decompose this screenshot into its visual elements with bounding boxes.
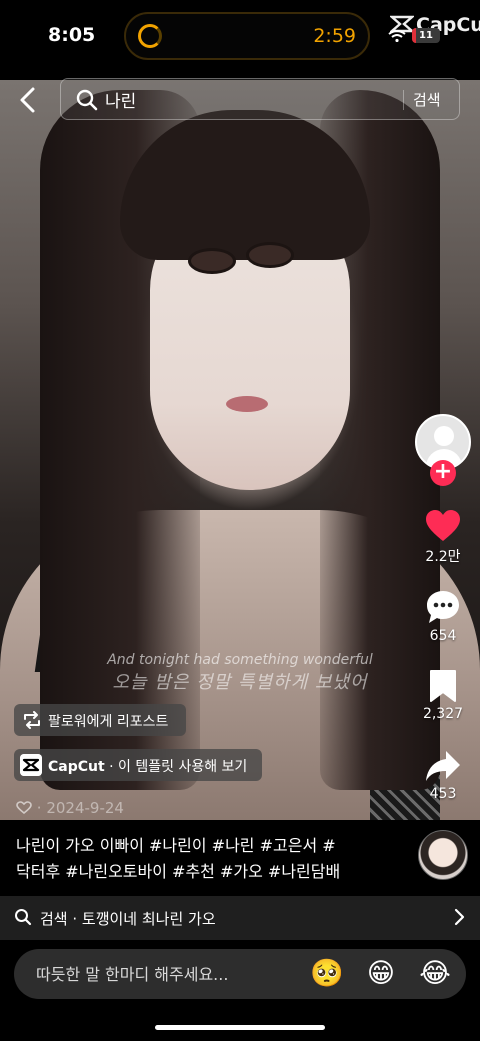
related-search-text: 검색 · 토깽이네 최나린 가오: [40, 910, 216, 928]
heart-outline-icon: [16, 801, 32, 815]
search-icon: [76, 89, 98, 111]
video-mouth: [226, 396, 268, 412]
description-line-1: 나린이 가오 이빠이 #나린이 #나린 #고은서 #: [16, 836, 336, 855]
like-action[interactable]: 2.2만: [412, 508, 474, 566]
video-eye-left: [188, 248, 236, 274]
like-count: 2.2만: [425, 549, 461, 565]
comment-bar[interactable]: 🥺 😁 😂: [14, 949, 466, 999]
repost-label: 팔로워에게 리포스트: [48, 714, 169, 730]
post-date: · 2024-9-24: [36, 799, 124, 817]
pleading-face-emoji-button[interactable]: 🥺: [310, 957, 344, 991]
battery-indicator: 11: [412, 28, 440, 43]
share-action[interactable]: 453: [412, 748, 474, 802]
video-eye-right: [246, 242, 294, 268]
comment-action[interactable]: 654: [412, 588, 474, 644]
share-arrow-icon[interactable]: [424, 748, 462, 784]
description-line-2: 닥터후 #나린오토바이 #추천 #가오 #나린담배: [16, 862, 341, 881]
tears-of-joy-emoji-button[interactable]: 😂: [418, 957, 452, 991]
heart-icon[interactable]: [424, 508, 462, 544]
back-arrow-icon[interactable]: [16, 86, 40, 114]
grinning-face-emoji-button[interactable]: 😁: [364, 957, 398, 991]
related-search-bar[interactable]: 검색 · 토깽이네 최나린 가오: [0, 896, 480, 940]
search-divider: [403, 90, 404, 110]
battery-level: 11: [419, 30, 433, 41]
repost-icon: [24, 711, 40, 729]
chevron-right-icon: [454, 908, 465, 926]
follow-plus-icon[interactable]: +: [430, 460, 456, 486]
search-button[interactable]: 검색: [413, 89, 441, 110]
video-subtitle-korean: 오늘 밤은 정말 특별하게 보냈어: [112, 672, 368, 693]
timer-text: 2:59: [313, 25, 356, 47]
home-indicator[interactable]: [155, 1025, 325, 1030]
template-label: · 이 템플릿 사용해 보기: [104, 759, 248, 775]
status-bar: 8:05 2:59 CapCu 11: [0, 0, 480, 80]
repost-button[interactable]: 팔로워에게 리포스트: [14, 704, 186, 736]
template-brand: CapCut: [48, 759, 105, 775]
capcut-template-button[interactable]: CapCut · 이 템플릿 사용해 보기: [14, 749, 262, 781]
search-bar[interactable]: 검색: [60, 78, 460, 120]
video-description[interactable]: 나린이 가오 이빠이 #나린이 #나린 #고은서 # 닥터후 #나린오토바이 #…: [16, 833, 400, 885]
save-count: 2,327: [422, 706, 464, 722]
comment-count: 654: [429, 628, 457, 644]
dynamic-island-timer[interactable]: 2:59: [124, 12, 370, 60]
capcut-logo-icon: [20, 754, 42, 776]
video-subtitle-english: And tonight had something wonderful: [107, 652, 373, 668]
comment-bubble-icon[interactable]: [424, 588, 462, 626]
music-disc-avatar[interactable]: [418, 830, 468, 880]
wifi-icon: [388, 30, 406, 42]
share-count: 453: [429, 786, 457, 802]
search-input[interactable]: [105, 86, 395, 112]
status-time: 8:05: [48, 24, 96, 46]
post-date-row: · 2024-9-24: [16, 799, 124, 817]
search-icon: [15, 909, 32, 926]
comment-input[interactable]: [36, 962, 296, 986]
timer-ring-icon: [138, 24, 162, 48]
